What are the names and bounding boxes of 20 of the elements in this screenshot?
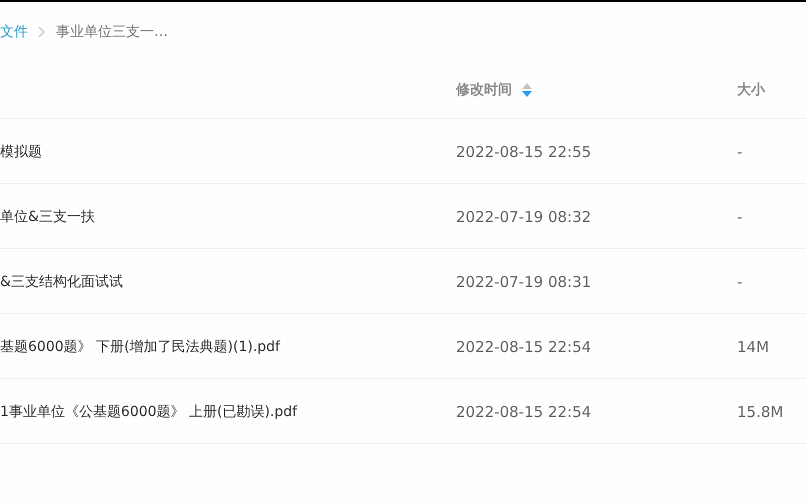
file-name: &三支结构化面试试 (0, 274, 123, 290)
file-name: 单位&三支一扶 (0, 209, 95, 225)
table-cell: 14M (737, 338, 770, 356)
table-cell: 2022-08-15 22:54 (456, 402, 592, 420)
table-cell: 2022-07-19 08:31 (456, 272, 592, 290)
file-name: 1事业单位《公基题6000题》 上册(已勘误).pdf (0, 404, 298, 420)
table-cell: - (737, 272, 742, 290)
breadcrumb-item[interactable]: 文件 (0, 23, 28, 41)
column-header[interactable]: 修改时间 (456, 81, 512, 99)
breadcrumb-item[interactable]: 事业单位三支一… (56, 23, 168, 41)
table-cell: 2022-08-15 22:55 (456, 142, 592, 160)
file-name: 模拟题 (0, 144, 42, 160)
table-cell: - (737, 208, 742, 226)
file-name: 基题6000题》 下册(增加了民法典题)(1).pdf (0, 339, 280, 355)
chevron-icon (38, 26, 46, 38)
table-cell: - (737, 142, 742, 160)
table-cell: 2022-07-19 08:32 (456, 208, 592, 226)
table-cell: 2022-08-15 22:54 (456, 338, 592, 356)
column-header[interactable]: 大小 (737, 81, 765, 99)
table-cell: 15.8M (737, 402, 784, 420)
